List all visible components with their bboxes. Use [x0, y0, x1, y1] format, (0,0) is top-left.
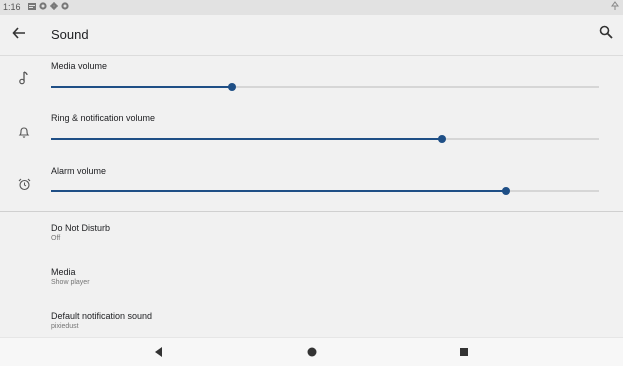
pref-title: Default notification sound	[51, 311, 153, 321]
pref-title: Media	[51, 267, 76, 277]
ring-volume-label: Ring & notification volume	[51, 113, 156, 123]
pref-title: Do Not Disturb	[51, 223, 111, 233]
pref-subtitle: Off	[51, 235, 61, 242]
alarm-volume-label: Alarm volume	[51, 166, 107, 176]
section-divider	[0, 211, 623, 212]
media-volume-slider[interactable]	[51, 83, 599, 91]
status-time: 1:16	[3, 2, 21, 12]
media-volume-thumb[interactable]	[227, 83, 236, 91]
settings-icon	[50, 2, 58, 10]
circle-home-icon	[307, 347, 317, 357]
triangle-back-icon	[155, 347, 162, 357]
back-button[interactable]	[9, 23, 29, 43]
default-notification-sound-pref[interactable]: Default notification sound pixiedust	[51, 311, 152, 330]
status-icons	[28, 2, 69, 10]
alarm-clock-icon	[16, 178, 32, 194]
search-button[interactable]	[599, 25, 615, 41]
navigation-bar	[0, 337, 623, 366]
signal-icon	[611, 1, 619, 10]
bell-icon	[16, 126, 32, 142]
media-pref[interactable]: Media Show player	[51, 267, 90, 286]
square-recents-icon	[460, 348, 468, 356]
media-volume-label: Media volume	[51, 61, 108, 71]
alarm-volume-fill	[51, 190, 507, 192]
alarm-volume-thumb[interactable]	[502, 187, 511, 195]
nav-recents-button[interactable]	[457, 345, 471, 359]
search-icon	[599, 25, 613, 39]
arrow-back-icon	[12, 27, 25, 39]
pref-subtitle: Show player	[51, 279, 90, 286]
ring-volume-fill	[51, 138, 443, 140]
app-bar: Sound	[0, 15, 623, 56]
do-not-disturb-pref[interactable]: Do Not Disturb Off	[51, 223, 110, 242]
alarm-volume-slider[interactable]	[51, 187, 599, 195]
nav-home-button[interactable]	[305, 345, 319, 359]
nav-back-button[interactable]	[152, 345, 166, 359]
page-title: Sound	[51, 27, 89, 42]
pref-subtitle: pixiedust	[51, 323, 79, 330]
notification-icon	[61, 2, 69, 10]
ring-volume-slider[interactable]	[51, 135, 599, 143]
ring-volume-thumb[interactable]	[438, 135, 447, 143]
notification-icon	[39, 2, 47, 10]
status-bar: 1:16	[0, 0, 623, 15]
sim-icon	[28, 2, 36, 10]
music-note-icon	[16, 71, 32, 87]
media-volume-fill	[51, 86, 232, 88]
